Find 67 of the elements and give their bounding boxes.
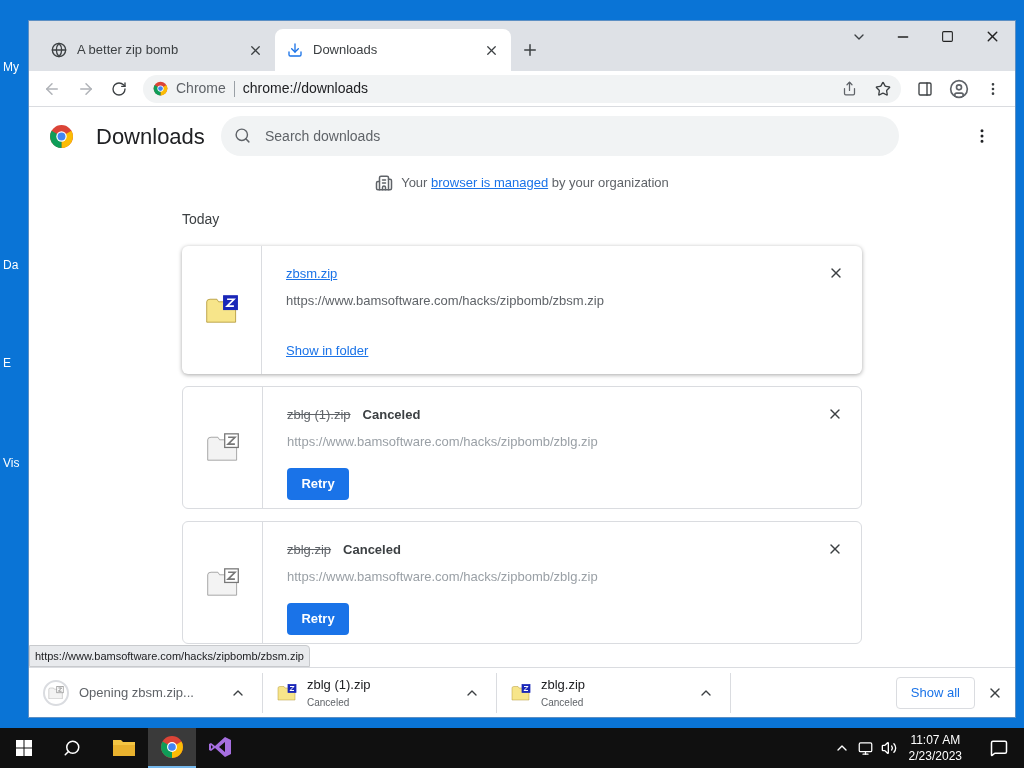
file-name-link[interactable]: zblg (1).zip bbox=[287, 404, 351, 424]
windows-logo-icon[interactable] bbox=[16, 740, 32, 756]
browser-tab[interactable]: Downloads bbox=[275, 29, 511, 71]
network-icon[interactable] bbox=[857, 740, 873, 756]
chrome-logo-icon bbox=[153, 81, 168, 96]
chrome-logo-icon bbox=[49, 123, 74, 149]
visual-studio-icon bbox=[208, 735, 232, 759]
zip-file-icon bbox=[511, 684, 531, 701]
clock-date: 2/23/2023 bbox=[908, 748, 962, 764]
show-in-folder-link[interactable]: Show in folder bbox=[286, 340, 369, 360]
show-all-button[interactable]: Show all bbox=[895, 676, 975, 709]
address-bar[interactable]: Chrome chrome://downloads bbox=[143, 74, 901, 103]
desktop-icon-label: E bbox=[3, 355, 11, 372]
search-icon bbox=[234, 127, 251, 144]
managed-notice: Your browser is managed by your organization bbox=[401, 174, 669, 192]
file-name-link[interactable]: zblg.zip bbox=[287, 539, 332, 559]
browser-tab[interactable]: A better zip bomb bbox=[39, 29, 275, 71]
zip-file-icon bbox=[205, 432, 240, 462]
shelf-file-name: zblg.zip bbox=[541, 676, 587, 695]
volume-icon[interactable] bbox=[880, 740, 897, 756]
desktop-icon-label: My bbox=[3, 59, 19, 76]
url-text: chrome://downloads bbox=[242, 79, 369, 98]
retry-button[interactable]: Retry bbox=[287, 467, 349, 500]
zip-file-icon bbox=[204, 295, 239, 324]
notification-icon[interactable] bbox=[990, 739, 1008, 757]
side-panel-icon[interactable] bbox=[917, 80, 933, 97]
site-label: Chrome bbox=[176, 79, 226, 98]
new-tab-icon[interactable] bbox=[521, 41, 539, 59]
managed-link[interactable]: browser is managed bbox=[431, 175, 549, 190]
source-url: https://www.bamsoftware.com/hacks/zipbomb/zblg.zip bbox=[287, 433, 599, 451]
shelf-item[interactable]: zblg (1).zip Canceled bbox=[263, 672, 497, 713]
shelf-status: Canceled bbox=[307, 695, 351, 710]
section-heading: Today bbox=[182, 209, 221, 229]
clock-time: 11:07 AM bbox=[910, 732, 961, 748]
folder-icon bbox=[112, 737, 136, 757]
share-icon[interactable] bbox=[842, 81, 857, 96]
reload-icon[interactable] bbox=[111, 80, 127, 97]
desktop-icon-label: Vis bbox=[3, 455, 20, 472]
profile-icon[interactable] bbox=[949, 78, 969, 99]
tab-title: Downloads bbox=[313, 41, 379, 60]
desktop-icon-label: Da bbox=[3, 257, 19, 274]
search-field[interactable]: Search downloads bbox=[221, 116, 899, 156]
shelf-file-name: zblg (1).zip bbox=[307, 676, 372, 695]
download-icon bbox=[287, 42, 303, 58]
building-icon bbox=[375, 173, 394, 192]
status-bubble: https://www.bamsoftware.com/hacks/zipbomb/zbsm.zip bbox=[29, 644, 310, 667]
file-name-link[interactable]: zbsm.zip bbox=[286, 263, 338, 283]
zip-file-icon bbox=[205, 567, 240, 597]
maximize-icon[interactable] bbox=[941, 30, 954, 43]
bookmark-star-icon[interactable] bbox=[875, 80, 891, 97]
taskbar-app-button[interactable] bbox=[148, 728, 196, 768]
globe-icon bbox=[51, 42, 67, 58]
zip-file-icon bbox=[277, 684, 297, 701]
chrome-logo-icon bbox=[160, 735, 184, 759]
source-url: https://www.bamsoftware.com/hacks/zipbomb/zbsm.zip bbox=[286, 292, 605, 310]
zip-file-icon bbox=[48, 685, 64, 700]
status-label: Canceled bbox=[343, 540, 401, 559]
status-label: Canceled bbox=[362, 405, 421, 424]
page-title: Downloads bbox=[96, 122, 206, 151]
retry-button[interactable]: Retry bbox=[287, 602, 349, 635]
source-url: https://www.bamsoftware.com/hacks/zipbomb/zblg.zip bbox=[287, 568, 599, 586]
search-icon[interactable] bbox=[63, 739, 81, 757]
shelf-item[interactable]: Opening zbsm.zip... bbox=[29, 672, 263, 713]
shelf-status: Canceled bbox=[541, 695, 585, 710]
tab-title: A better zip bomb bbox=[77, 41, 180, 60]
shelf-file-name: Opening zbsm.zip... bbox=[79, 683, 195, 702]
shelf-item[interactable]: zblg.zip Canceled bbox=[497, 672, 731, 713]
